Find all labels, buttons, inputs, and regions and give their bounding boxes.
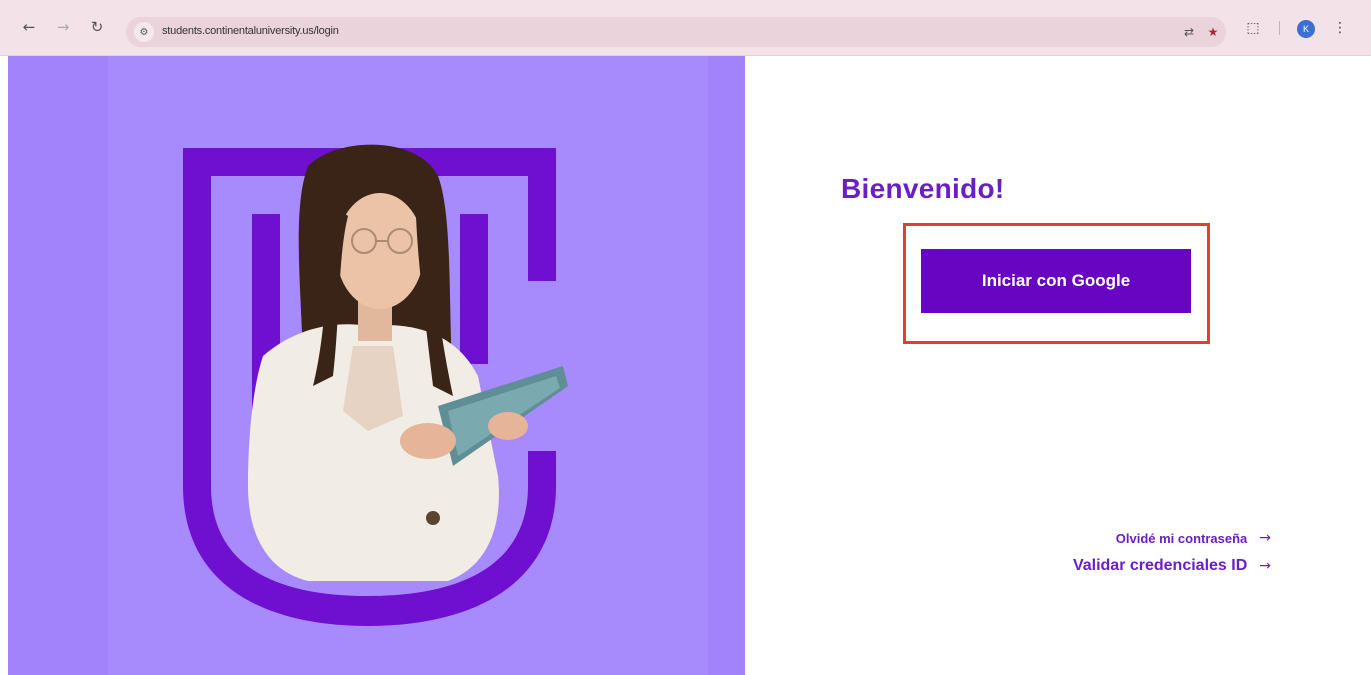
- tune-icon: ⚙: [139, 26, 149, 38]
- site-info-button[interactable]: ⚙: [134, 22, 154, 42]
- hero-panel: [8, 56, 745, 675]
- avatar-letter: K: [1302, 24, 1309, 34]
- toolbar-divider: [1279, 21, 1280, 35]
- validate-credentials-link[interactable]: Validar credenciales ID →: [1073, 557, 1271, 575]
- welcome-title: Bienvenido!: [841, 173, 1005, 204]
- forward-button[interactable]: →: [52, 16, 74, 38]
- arrow-right-icon: →: [1259, 530, 1271, 546]
- bookmark-button[interactable]: ★: [1204, 23, 1222, 41]
- kebab-menu-icon: ⋮: [1333, 20, 1347, 36]
- arrow-left-icon: ←: [22, 18, 36, 36]
- puzzle-icon: ⬚: [1246, 20, 1260, 36]
- browser-menu-button[interactable]: ⋮: [1330, 18, 1350, 38]
- arrow-right-icon: →: [56, 18, 70, 36]
- reload-icon: ↻: [90, 18, 104, 36]
- forgot-password-link[interactable]: Olvidé mi contraseña →: [1116, 530, 1271, 546]
- hero-illustration: [108, 56, 708, 675]
- validate-credentials-label: Validar credenciales ID: [1072, 557, 1248, 574]
- translate-icon: ⇄: [1183, 25, 1195, 39]
- arrow-right-icon: →: [1259, 558, 1271, 574]
- translate-button[interactable]: ⇄: [1180, 23, 1198, 41]
- address-url[interactable]: students.continentaluniversity.us/login: [162, 25, 339, 37]
- google-login-button[interactable]: Iniciar con Google: [921, 249, 1191, 313]
- browser-toolbar: ← → ↻ ⚙ students.continentaluniversity.u…: [0, 0, 1371, 56]
- reload-button[interactable]: ↻: [86, 16, 108, 38]
- profile-avatar[interactable]: K: [1297, 20, 1315, 38]
- back-button[interactable]: ←: [18, 16, 40, 38]
- extensions-button[interactable]: ⬚: [1243, 18, 1263, 38]
- star-icon: ★: [1207, 25, 1219, 39]
- forgot-password-label: Olvidé mi contraseña: [1115, 530, 1248, 546]
- login-panel: Bienvenido! Iniciar con Google Olvidé mi…: [745, 56, 1371, 675]
- address-bar[interactable]: ⚙ students.continentaluniversity.us/logi…: [126, 17, 1226, 47]
